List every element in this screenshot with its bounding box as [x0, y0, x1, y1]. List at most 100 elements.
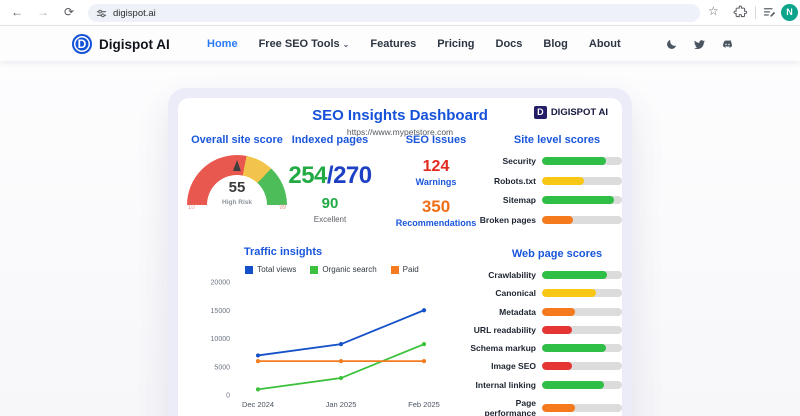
nav-item-about[interactable]: About: [589, 38, 621, 50]
site-settings-icon[interactable]: [96, 8, 107, 19]
score-bar-track: [542, 215, 622, 224]
reload-icon[interactable]: ⟳: [60, 3, 78, 21]
indexed-total: /270: [326, 162, 372, 189]
legend-label: Paid: [402, 265, 419, 274]
back-icon[interactable]: ←: [8, 3, 26, 21]
nav-item-label: Free SEO Tools: [258, 38, 340, 50]
score-bar-track: [542, 176, 622, 185]
site-level-scores-list: Security Robots.txt Sitemap Broken pages: [466, 156, 622, 225]
score-label: Broken pages: [479, 214, 536, 225]
chart-point: [421, 342, 427, 347]
url-text[interactable]: digispot.ai: [113, 8, 156, 19]
chart-line: [257, 309, 425, 357]
chart-point: [255, 387, 261, 392]
browser-window: ← → ⟳ digispot.ai ☆ N D Digispot AI Home…: [0, 0, 800, 416]
score-label: Crawlability: [488, 270, 536, 280]
y-tick-label: 5000: [214, 364, 230, 371]
profile-avatar[interactable]: N: [781, 4, 798, 21]
score-bar-track: [542, 196, 622, 204]
side-panel-icon[interactable]: [762, 5, 777, 20]
chart-point: [338, 359, 344, 364]
gauge-status-label: High Risk: [222, 199, 252, 206]
nav-item-home[interactable]: Home: [207, 38, 238, 50]
score-bar-fill: [542, 344, 606, 353]
toolbar-divider: [755, 6, 756, 19]
x-tick-label: Feb 2025: [408, 400, 440, 409]
indexed-pages-heading: Indexed pages: [291, 134, 369, 146]
nav-item-pricing[interactable]: Pricing: [437, 38, 474, 50]
nav-item-label: About: [588, 38, 621, 50]
y-tick-label: 0: [226, 393, 230, 400]
score-bar-track: [542, 404, 622, 413]
gauge-needle-icon: [232, 159, 242, 172]
score-bar-fill: [542, 289, 596, 298]
nav-item-features[interactable]: Features: [370, 38, 416, 50]
score-row: Metadata: [466, 307, 622, 317]
y-tick-label: 20000: [211, 280, 231, 287]
nav-actions: [665, 27, 734, 61]
address-bar[interactable]: digispot.ai: [88, 4, 700, 22]
score-label: Internal linking: [475, 379, 536, 390]
indexed-pages-panel: Indexed pages 254/270 90 Excellent: [286, 134, 374, 224]
legend-item: Paid: [390, 265, 419, 274]
legend-item: Total views: [245, 265, 296, 274]
overall-score-heading: Overall site score: [191, 134, 283, 146]
score-bar-fill: [542, 362, 573, 371]
site-level-scores-heading: Site level scores: [513, 134, 601, 146]
nav-item-docs[interactable]: Docs: [496, 38, 523, 50]
score-row: Broken pages: [466, 215, 622, 225]
score-label: Image SEO: [491, 361, 536, 372]
score-label: Metadata: [499, 306, 536, 317]
score-label: Sitemap: [502, 195, 536, 205]
score-row: URL readability: [466, 325, 622, 335]
twitter-icon[interactable]: [693, 38, 706, 51]
nav-item-free-seo-tools[interactable]: Free SEO Tools ⌄: [259, 38, 350, 50]
score-bar-fill: [542, 271, 607, 279]
nav-item-blog[interactable]: Blog: [543, 38, 567, 50]
dashboard-brand-logo-icon: D: [533, 106, 547, 119]
score-bar-track: [542, 344, 622, 353]
y-tick-label: 15000: [211, 308, 231, 315]
legend-swatch-icon: [390, 265, 399, 274]
score-bar-track: [542, 380, 622, 389]
score-label: Page performance: [484, 398, 537, 416]
brand[interactable]: D Digispot AI: [72, 34, 170, 54]
score-bar-fill: [542, 380, 604, 389]
chart-point: [338, 342, 344, 347]
web-page-scores-heading: Web page scores: [511, 248, 603, 260]
dark-mode-moon-icon[interactable]: [665, 38, 678, 51]
extensions-icon[interactable]: [733, 5, 748, 20]
score-label: Schema markup: [470, 343, 536, 354]
score-bar-fill: [542, 215, 574, 224]
legend-item: Organic search: [310, 265, 377, 274]
score-bar-track: [542, 271, 622, 279]
bookmark-star-icon[interactable]: ☆: [708, 4, 719, 18]
nav-menu: Home Free SEO Tools ⌄ Features Pricing Docs Bl…: [207, 27, 621, 61]
overall-score-panel: Overall site score 55 High Risk 10 99: [180, 134, 294, 215]
score-label: URL readability: [473, 324, 536, 335]
nav-item-label: Home: [207, 38, 238, 50]
brand-logo-icon: D: [72, 34, 92, 54]
legend-label: Organic search: [322, 265, 377, 274]
indexed-count: 254: [288, 162, 327, 189]
score-label: Canonical: [495, 288, 536, 299]
score-bar-track: [542, 289, 622, 298]
score-label: Security: [502, 156, 536, 166]
gauge-value: 55: [228, 179, 246, 196]
chart-point: [421, 308, 427, 313]
traffic-chart-svg: 0 5000 10000 15000 20000 Dec 2024 Jan 2025 Feb …: [211, 280, 440, 410]
gauge-max-label: 99: [279, 205, 286, 211]
chart-point: [255, 359, 261, 364]
dashboard-brand: D DIGISPOT AI: [533, 106, 608, 119]
chevron-down-icon: ⌄: [342, 39, 350, 49]
nav-item-label: Docs: [495, 38, 523, 50]
score-row: Schema markup: [466, 343, 622, 353]
forward-icon[interactable]: →: [34, 3, 52, 21]
score-bar-track: [542, 307, 622, 316]
score-row: Security: [466, 156, 622, 166]
score-row: Sitemap: [466, 195, 622, 205]
score-row: Internal linking: [466, 380, 622, 390]
chart-legend: Total views Organic search Paid: [192, 265, 472, 274]
legend-label: Total views: [257, 265, 297, 274]
discord-icon[interactable]: [721, 38, 734, 51]
